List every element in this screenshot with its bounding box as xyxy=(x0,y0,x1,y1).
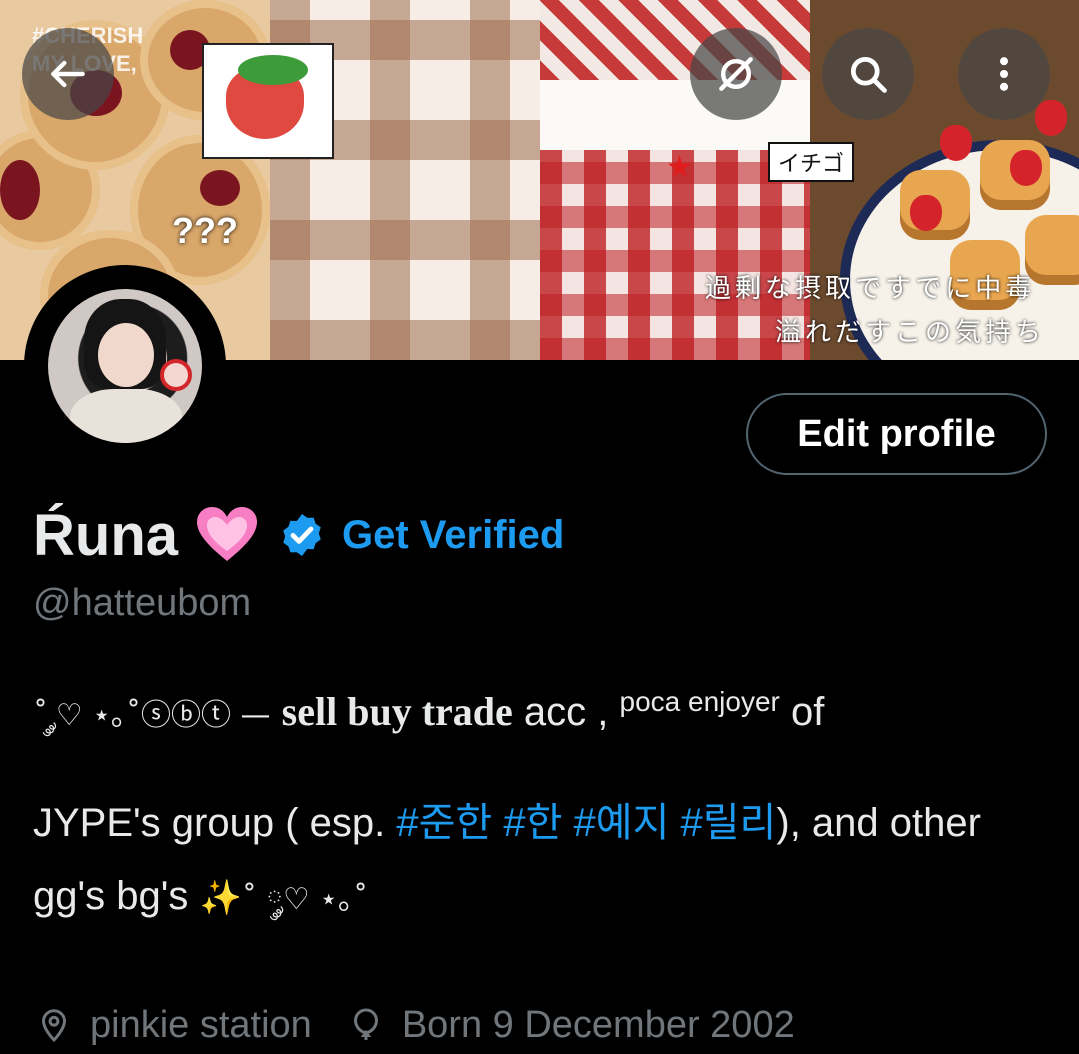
pink-heart-emoji xyxy=(197,507,257,561)
search-button[interactable] xyxy=(822,28,914,120)
bio-symbols: ˚ ༘♡ ⋆｡˚ xyxy=(241,882,369,917)
grok-button[interactable] xyxy=(690,28,782,120)
bio-text: acc , xyxy=(523,690,609,734)
banner-ichigo-label: イチゴ xyxy=(768,142,855,182)
arrow-left-icon xyxy=(51,60,85,88)
strawberry-sticker xyxy=(202,43,334,159)
hashtag-link[interactable]: #예지 xyxy=(574,801,670,845)
hashtag-link[interactable]: #한 xyxy=(503,801,562,845)
get-verified-link[interactable]: Get Verified xyxy=(342,513,564,558)
search-icon xyxy=(850,56,887,93)
banner-jp-line-2: 溢れだすこの気持ち xyxy=(775,318,1046,348)
bio-bold-text: sell buy trade xyxy=(281,689,513,734)
bio-small-text: poca enjoyer xyxy=(619,686,780,717)
hashtag-link[interactable]: #준한 xyxy=(396,801,492,845)
username-handle: @hatteubom xyxy=(33,582,252,624)
back-button[interactable] xyxy=(22,28,114,120)
bio-symbols: ˚ ༘♡ ⋆｡˚ⓢⓑⓣ — xyxy=(33,698,271,733)
sparkles-emoji: ✨ xyxy=(199,879,242,917)
edit-profile-button[interactable]: Edit profile xyxy=(746,393,1047,475)
more-options-button[interactable] xyxy=(958,28,1050,120)
bio-text: gg's bg's xyxy=(33,874,189,918)
grok-icon xyxy=(719,57,753,91)
display-name: Ŕuna xyxy=(33,502,178,568)
avatar-image xyxy=(48,289,202,443)
banner-jp-line-1: 過剰な摂取ですでに中毒 xyxy=(705,274,1036,304)
location-text: pinkie station xyxy=(90,1003,312,1046)
more-vertical-icon xyxy=(999,57,1009,91)
profile-meta: pinkie station Born 9 December 2002 xyxy=(36,1000,795,1050)
bio-text: of xyxy=(791,690,825,734)
bio-line-3: gg's bg's ✨˚ ༘♡ ⋆｡˚ xyxy=(33,866,368,950)
location-pin-icon xyxy=(41,1009,67,1043)
bio-text: JYPE's group ( esp. xyxy=(33,801,386,845)
avatar[interactable] xyxy=(24,265,226,467)
bio-line-2: JYPE's group ( esp. #준한 #한 #예지 #릴리), and… xyxy=(33,790,981,848)
hashtag-link[interactable]: #릴리 xyxy=(681,801,777,845)
banner-sticker-text: ??? xyxy=(172,210,238,251)
star-icon: ★ xyxy=(666,151,693,184)
name-row: Ŕuna Get Verified xyxy=(33,500,564,570)
bio-line-1: ˚ ༘♡ ⋆｡˚ⓢⓑⓣ — sell buy trade acc , poca … xyxy=(33,682,824,766)
balloon-icon xyxy=(353,1008,378,1040)
birthday-text: Born 9 December 2002 xyxy=(401,1003,795,1046)
location-item: pinkie station xyxy=(36,1004,312,1047)
verified-badge-icon[interactable] xyxy=(278,511,326,559)
birthday-item: Born 9 December 2002 xyxy=(348,1004,795,1047)
bio-text: ), and other xyxy=(776,801,981,845)
